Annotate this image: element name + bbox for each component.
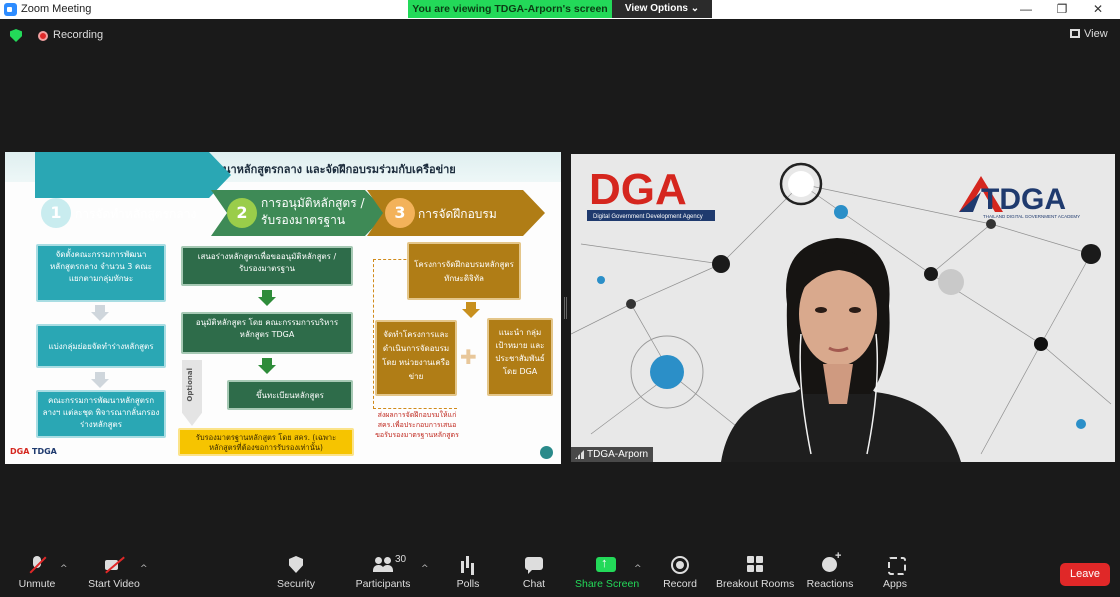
chat-button[interactable]: Chat xyxy=(516,556,552,596)
reactions-button[interactable]: Reactions xyxy=(806,550,854,596)
step-label-3: การจัดฝึกอบรม xyxy=(418,207,497,221)
bg-logo-dga: DGA xyxy=(589,165,687,214)
down-arrow-icon xyxy=(462,309,480,318)
breakout-rooms-button[interactable]: Breakout Rooms xyxy=(716,556,794,596)
close-icon[interactable]: ✕ xyxy=(1083,1,1113,18)
step-number-2: 2 xyxy=(227,198,257,228)
participants-chevron-icon[interactable]: ^ xyxy=(421,564,429,574)
step-label-1: การจัดทำหลักสูตรกลาง xyxy=(75,207,197,221)
share-options-chevron-icon[interactable]: ^ xyxy=(634,564,642,574)
apps-button[interactable]: Apps xyxy=(878,556,912,596)
unmute-button[interactable]: Unmute xyxy=(14,556,60,596)
security-button[interactable]: Security xyxy=(272,556,320,596)
leave-button[interactable]: Leave xyxy=(1060,563,1110,586)
start-video-button[interactable]: Start Video xyxy=(84,556,144,596)
view-label: View xyxy=(1084,28,1108,40)
zoom-app-icon xyxy=(4,3,17,16)
participants-icon: 30 xyxy=(373,554,406,574)
apps-icon xyxy=(885,556,906,575)
bg-logo-tdga: TDGA xyxy=(981,183,1066,216)
signal-bars-icon xyxy=(575,450,584,459)
col3-box-1: โครงการจัดฝึกอบรมหลักสูตรทักษะดิจิทัล xyxy=(407,242,521,300)
video-off-icon xyxy=(104,556,124,574)
view-button[interactable]: View xyxy=(1070,28,1108,40)
slide-corner-dot xyxy=(540,446,553,459)
participants-button[interactable]: 30 Participants xyxy=(352,554,414,596)
audio-options-chevron-icon[interactable]: ^ xyxy=(60,564,68,574)
recording-label: Recording xyxy=(53,29,104,41)
viewing-screen-banner: You are viewing TDGA-Arporn's screen xyxy=(408,0,612,18)
shield-icon xyxy=(286,556,306,574)
grid-view-icon xyxy=(1070,29,1080,38)
window-title: Zoom Meeting xyxy=(21,3,92,15)
col1-box-3: คณะกรรมการพัฒนาหลักสูตรกลางฯ แต่ละชุด พิ… xyxy=(36,390,166,438)
share-screen-icon xyxy=(596,555,616,574)
col2-box-1: เสนอร่างหลักสูตรเพื่อขออนุมัติหลักสูตร /… xyxy=(181,246,353,286)
slide-logo-dga: DGA xyxy=(10,447,30,456)
reactions-icon xyxy=(820,550,841,574)
video-background: DGA Digital Government Development Agenc… xyxy=(571,154,1115,462)
participants-count: 30 xyxy=(395,554,407,565)
meeting-toolbar: Unmute ^ Start Video ^ Security 30 Partic… xyxy=(0,548,1120,597)
minimize-icon[interactable]: — xyxy=(1011,1,1041,18)
col1-box-1: จัดตั้งคณะกรรมการพัฒนาหลักสูตรกลาง จำนวน… xyxy=(36,244,166,302)
col2-box-4: รับรองมาตรฐานหลักสูตร โดย สคร. (เฉพาะหลั… xyxy=(178,428,354,456)
share-screen-button[interactable]: Share Screen xyxy=(575,555,639,596)
red-note: ส่งผลการจัดฝึกอบรมให้แก่ สคร.เพื่อประกอบ… xyxy=(375,411,459,439)
step-label-2: การอนุมัติหลักสูตร / รับรองมาตรฐาน xyxy=(261,196,365,227)
polls-button[interactable]: Polls xyxy=(450,556,486,596)
pane-splitter[interactable] xyxy=(564,297,567,319)
participant-name-tag: TDGA-Arporn xyxy=(571,447,654,462)
col1-box-2: แบ่งกลุ่มย่อยจัดทำร่างหลักสูตร xyxy=(36,324,166,368)
chat-icon xyxy=(524,556,544,574)
down-arrow-icon xyxy=(91,379,109,388)
down-arrow-icon xyxy=(258,297,276,306)
participant-video[interactable]: DGA Digital Government Development Agenc… xyxy=(571,154,1115,462)
col2-box-3: ขึ้นทะเบียนหลักสูตร xyxy=(227,380,353,410)
arrow-stem xyxy=(262,290,272,297)
down-arrow-icon xyxy=(91,312,109,321)
record-icon xyxy=(670,556,690,574)
recording-icon xyxy=(38,31,48,41)
participant-name: TDGA-Arporn xyxy=(587,449,649,460)
optional-label: Optional xyxy=(186,368,194,402)
slide-logo-tdga: TDGA xyxy=(32,447,57,456)
video-options-chevron-icon[interactable]: ^ xyxy=(140,564,148,574)
step-band-1 xyxy=(35,152,231,198)
breakout-rooms-icon xyxy=(745,556,765,574)
encryption-shield-icon[interactable] xyxy=(10,29,22,42)
plus-icon: ✚ xyxy=(460,345,477,369)
shared-screen: กลไกการดำเนินงานพัฒนาหลักสูตรกลาง และจัด… xyxy=(5,152,561,464)
step-number-1: 1 xyxy=(41,198,71,228)
col2-box-2: อนุมัติหลักสูตร โดย คณะกรรมการบริหาร หลั… xyxy=(181,312,353,354)
bg-logo-dga-sub: Digital Government Development Agency xyxy=(593,214,703,220)
bg-logo-tdga-sub: THAILAND DIGITAL GOVERNMENT ACADEMY xyxy=(983,214,1080,219)
record-button[interactable]: Record xyxy=(660,556,700,596)
view-options-button[interactable]: View Options ⌄ xyxy=(612,0,712,18)
polls-icon xyxy=(458,556,478,574)
maximize-icon[interactable]: ❐ xyxy=(1047,1,1077,18)
step-number-3: 3 xyxy=(385,198,415,228)
col3-box-2: จัดทำโครงการและดำเนินการจัดอบรม โดย หน่ว… xyxy=(375,320,457,396)
mic-muted-icon xyxy=(27,556,47,574)
col3-box-3: แนะนำ กลุ่มเป้าหมาย และ ประชาสัมพันธ์ โด… xyxy=(487,318,553,396)
down-arrow-icon xyxy=(258,365,276,374)
